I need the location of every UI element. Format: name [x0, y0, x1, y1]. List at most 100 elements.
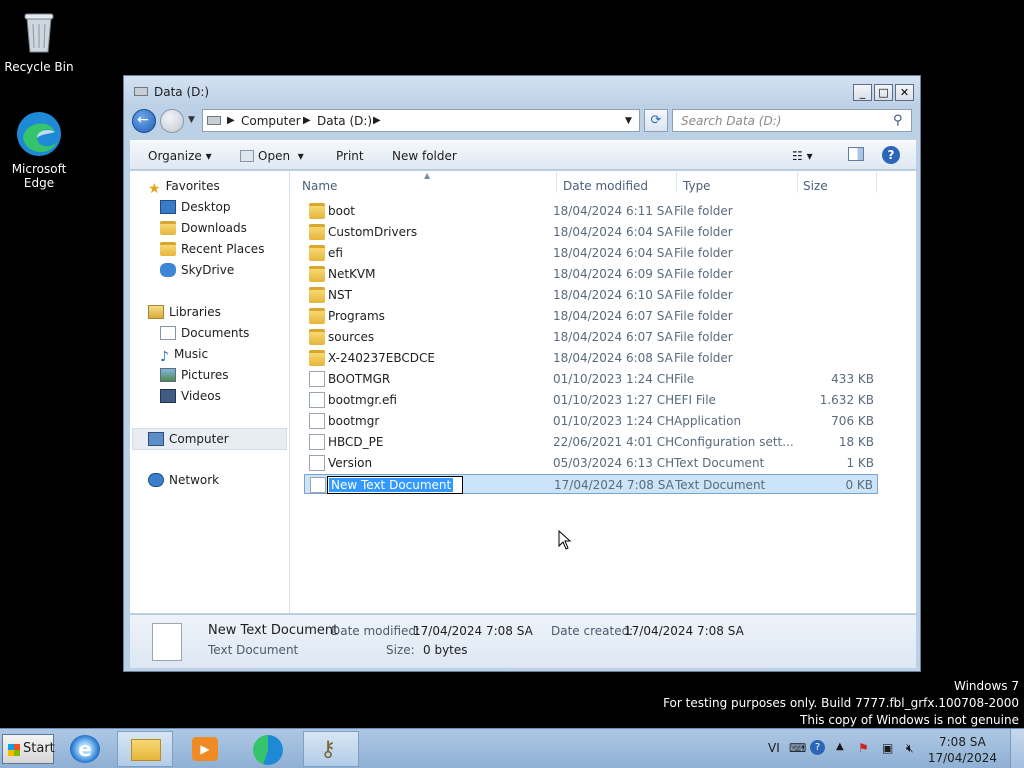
clock-date: 17/04/2024: [927, 751, 997, 765]
network-tray-icon[interactable]: ▣: [882, 741, 893, 755]
nav-pictures[interactable]: Pictures: [160, 368, 229, 388]
file-row[interactable]: bootmgr 01/10/2023 1:24 CH Application 706 …: [304, 411, 878, 431]
file-type: Configuration sett...: [674, 435, 794, 449]
title-bar[interactable]: Data (D:) _ □ ✕: [124, 76, 920, 104]
print-button[interactable]: Print: [336, 149, 364, 163]
minimize-button[interactable]: _: [853, 84, 872, 101]
nav-desktop[interactable]: Desktop: [160, 200, 231, 220]
recycle-bin-shortcut[interactable]: Recycle Bin: [1, 8, 77, 74]
breadcrumb-separator-icon[interactable]: ▶: [373, 115, 381, 126]
breadcrumb-separator-icon[interactable]: ▶: [227, 115, 235, 126]
details-size: 0 bytes: [423, 643, 468, 657]
file-type: File folder: [674, 204, 733, 218]
nav-music[interactable]: ♪ Music: [160, 347, 208, 367]
file-row[interactable]: Version 05/03/2024 6:13 CH Text Document 1 …: [304, 453, 878, 473]
breadcrumb-separator-icon[interactable]: ▶: [303, 115, 311, 126]
start-button[interactable]: Start: [2, 734, 55, 764]
nav-network[interactable]: Network: [148, 473, 219, 493]
address-bar[interactable]: ▶ Computer ▶ Data (D:) ▶ ▼: [202, 109, 640, 132]
action-center-icon[interactable]: ⚑: [858, 741, 869, 755]
file-row[interactable]: bootmgr.efi 01/10/2023 1:27 CH EFI File 1.6…: [304, 390, 878, 410]
file-row[interactable]: sources 18/04/2024 6:07 SA File folder: [304, 327, 878, 347]
file-row[interactable]: X-240237EBCDCE 18/04/2024 6:08 SA File fol…: [304, 348, 878, 368]
file-date-modified: 01/10/2023 1:24 CH: [553, 372, 675, 386]
file-name: HBCD_PE: [328, 435, 384, 449]
music-icon: ♪: [160, 349, 169, 365]
keyboard-icon[interactable]: ⌨: [789, 741, 806, 755]
back-button[interactable]: ←: [132, 109, 156, 133]
nav-videos[interactable]: Videos: [160, 389, 221, 409]
taskbar-explorer[interactable]: [117, 731, 173, 767]
file-type: File folder: [674, 267, 733, 281]
taskbar-tool-app[interactable]: ⚷: [303, 731, 359, 767]
file-row[interactable]: boot 18/04/2024 6:11 SA File folder: [304, 201, 878, 221]
taskbar-edge[interactable]: [240, 731, 296, 767]
folder-icon: [309, 266, 325, 282]
organize-button[interactable]: Organize ▾: [148, 149, 212, 163]
clock[interactable]: 7:08 SA 17/04/2024: [928, 734, 997, 766]
view-options-icon[interactable]: ☷ ▾: [792, 149, 813, 163]
nav-recent-places[interactable]: Recent Places: [160, 242, 264, 262]
file-type: Text Document: [675, 478, 766, 492]
column-header-type[interactable]: Type: [683, 179, 711, 193]
file-row[interactable]: New Text Document 17/04/2024 7:08 SA Text …: [304, 474, 878, 494]
file-name: boot: [328, 204, 356, 218]
nav-documents[interactable]: Documents: [160, 326, 249, 346]
documents-icon: [160, 326, 176, 340]
nav-favorites[interactable]: ★ Favorites: [148, 179, 220, 199]
column-header-date-modified[interactable]: Date modified: [563, 179, 648, 193]
column-divider[interactable]: [876, 171, 877, 193]
file-row[interactable]: efi 18/04/2024 6:04 SA File folder: [304, 243, 878, 263]
file-row[interactable]: NetKVM 18/04/2024 6:09 SA File folder: [304, 264, 878, 284]
taskbar-ie[interactable]: e: [58, 731, 114, 767]
nav-downloads[interactable]: Downloads: [160, 221, 247, 241]
show-hidden-icons-icon[interactable]: ▲: [836, 741, 844, 752]
taskbar: Start e ▶ ⚷ VI ⌨ ? ▲ ⚑ ▣ 🔇︎ 7:08 SA 17/0…: [0, 728, 1024, 768]
search-icon[interactable]: ⚲: [893, 113, 903, 128]
file-type: Text Document: [674, 456, 765, 470]
file-list: Name ▲ Date modified Type Size boot 18/04…: [290, 171, 916, 613]
language-indicator[interactable]: VI: [768, 741, 780, 755]
file-row[interactable]: NST 18/04/2024 6:10 SA File folder: [304, 285, 878, 305]
preview-pane-icon[interactable]: [848, 147, 864, 161]
details-date-created: 17/04/2024 7:08 SA: [624, 624, 744, 638]
windows-logo-icon: [8, 744, 20, 756]
column-header-size[interactable]: Size: [803, 179, 828, 193]
address-dropdown-icon[interactable]: ▼: [625, 116, 632, 126]
column-header-name[interactable]: Name: [302, 179, 337, 193]
file-icon: [309, 455, 325, 471]
new-folder-button[interactable]: New folder: [392, 149, 457, 163]
column-divider[interactable]: [797, 171, 798, 193]
open-button[interactable]: Open ▾: [240, 149, 304, 163]
recent-pages-chevron-icon[interactable]: ▼: [188, 115, 195, 125]
forward-button[interactable]: [160, 109, 184, 133]
nav-libraries[interactable]: Libraries: [148, 305, 221, 325]
breadcrumb-computer[interactable]: Computer: [241, 114, 301, 128]
rename-input[interactable]: New Text Document: [327, 476, 463, 494]
file-type: File: [674, 372, 695, 386]
nav-skydrive[interactable]: SkyDrive: [160, 263, 234, 283]
file-type: Application: [674, 414, 742, 428]
volume-muted-icon[interactable]: 🔇︎: [906, 741, 914, 756]
drive-icon: [134, 87, 148, 96]
file-row[interactable]: BOOTMGR 01/10/2023 1:24 CH File 433 KB: [304, 369, 878, 389]
taskbar-media-player[interactable]: ▶: [177, 731, 233, 767]
file-icon: [309, 371, 325, 387]
breadcrumb-data-d[interactable]: Data (D:): [317, 114, 372, 128]
file-row[interactable]: HBCD_PE 22/06/2021 4:01 CH Configuration s…: [304, 432, 878, 452]
help-tray-icon[interactable]: ?: [810, 740, 825, 755]
file-row[interactable]: CustomDrivers 18/04/2024 6:04 SA File fold…: [304, 222, 878, 242]
column-divider[interactable]: [556, 171, 557, 193]
recycle-bin-icon: [15, 8, 63, 56]
file-row[interactable]: Programs 18/04/2024 6:07 SA File folder: [304, 306, 878, 326]
folder-icon: [309, 350, 325, 366]
help-icon[interactable]: ?: [882, 146, 900, 164]
refresh-button[interactable]: ⟳: [644, 109, 668, 132]
column-divider[interactable]: [676, 171, 677, 193]
nav-computer[interactable]: Computer: [132, 428, 287, 450]
close-button[interactable]: ✕: [895, 84, 914, 101]
search-box[interactable]: Search Data (D:) ⚲: [672, 109, 912, 132]
show-desktop-button[interactable]: [1010, 729, 1024, 768]
maximize-button[interactable]: □: [874, 84, 893, 101]
edge-shortcut[interactable]: Microsoft Edge: [1, 110, 77, 190]
